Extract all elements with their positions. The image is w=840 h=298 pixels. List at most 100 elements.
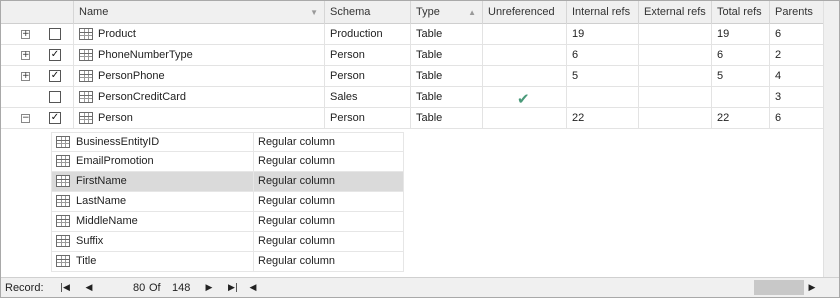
- cell-name[interactable]: Product: [73, 24, 325, 44]
- column-header-internal-refs[interactable]: Internal refs: [567, 1, 639, 24]
- cell-type[interactable]: Table: [411, 24, 483, 44]
- table-row[interactable]: + ✓ PhoneNumberType Person Table 6 6 2: [1, 45, 836, 66]
- detail-row[interactable]: LastName Regular column: [51, 192, 404, 212]
- cell-name[interactable]: Person: [73, 108, 325, 128]
- detail-column-name: LastName: [76, 195, 127, 207]
- cell-internal-refs[interactable]: 5: [567, 66, 639, 86]
- cell-total-refs[interactable]: 6: [712, 45, 770, 65]
- detail-row[interactable]: EmailPromotion Regular column: [51, 152, 404, 172]
- column-header-unreferenced[interactable]: Unreferenced: [483, 1, 567, 24]
- cell-unreferenced[interactable]: [483, 108, 567, 128]
- cell-internal-refs[interactable]: [567, 87, 639, 107]
- cell-type[interactable]: Table: [411, 108, 483, 128]
- column-header-name[interactable]: Name ▼: [74, 1, 325, 24]
- column-header-type[interactable]: Type ▲: [411, 1, 483, 24]
- cell-parents[interactable]: 4: [770, 66, 824, 86]
- row-checkbox[interactable]: [49, 28, 61, 40]
- cell-internal-refs[interactable]: 6: [567, 45, 639, 65]
- expand-row-button[interactable]: +: [21, 72, 30, 81]
- cell-unreferenced[interactable]: ✔: [483, 87, 567, 107]
- detail-row[interactable]: MiddleName Regular column: [51, 212, 404, 232]
- cell-external-refs[interactable]: [639, 24, 712, 44]
- record-total: 148: [172, 282, 191, 294]
- detail-row[interactable]: FirstName Regular column: [51, 172, 404, 192]
- next-record-icon: ▶: [205, 283, 213, 293]
- first-record-button[interactable]: |◀: [58, 281, 72, 295]
- cell-unreferenced[interactable]: [483, 66, 567, 86]
- scroll-left-icon: ◀: [249, 283, 257, 293]
- cell-unreferenced[interactable]: [483, 45, 567, 65]
- sort-indicator-icon: ▼: [310, 8, 318, 17]
- detail-row[interactable]: BusinessEntityID Regular column: [51, 132, 404, 152]
- cell-schema[interactable]: Person: [325, 66, 411, 86]
- column-header-type-label: Type: [416, 6, 440, 18]
- cell-parents[interactable]: 3: [770, 87, 824, 107]
- table-row[interactable]: PersonCreditCard Sales Table 3 ✔: [1, 87, 836, 108]
- cell-total-refs[interactable]: [712, 87, 770, 107]
- table-row[interactable]: + Product Production Table 19 19 6: [1, 24, 836, 45]
- detail-divider: [253, 133, 254, 152]
- column-header-parents[interactable]: Parents: [770, 1, 824, 24]
- column-header-total-refs[interactable]: Total refs: [712, 1, 770, 24]
- cell-external-refs[interactable]: [639, 66, 712, 86]
- prev-record-button[interactable]: ◀: [82, 281, 96, 295]
- detail-divider: [253, 192, 254, 211]
- cell-parents[interactable]: 6: [770, 24, 824, 44]
- cell-unreferenced[interactable]: [483, 24, 567, 44]
- cell-type[interactable]: Table: [411, 66, 483, 86]
- cell-internal-refs[interactable]: 19: [567, 24, 639, 44]
- detail-row[interactable]: Title Regular column: [51, 252, 404, 272]
- column-header-schema[interactable]: Schema: [325, 1, 411, 24]
- column-icon: [56, 175, 70, 187]
- cell-parents[interactable]: 2: [770, 45, 824, 65]
- row-checkbox[interactable]: ✓: [49, 112, 61, 124]
- table-row[interactable]: − ✓ Person Person Table 22 22 6: [1, 108, 836, 129]
- detail-column-kind: Regular column: [258, 155, 336, 167]
- detail-row[interactable]: Suffix Regular column: [51, 232, 404, 252]
- collapse-row-button[interactable]: −: [21, 114, 30, 123]
- horizontal-scroll-thumb[interactable]: [754, 280, 804, 295]
- cell-type[interactable]: Table: [411, 45, 483, 65]
- cell-schema[interactable]: Person: [325, 45, 411, 65]
- row-checkbox[interactable]: ✓: [49, 70, 61, 82]
- cell-external-refs[interactable]: [639, 45, 712, 65]
- cell-name[interactable]: PersonCreditCard: [73, 87, 325, 107]
- cell-external-refs[interactable]: [639, 87, 712, 107]
- cell-schema[interactable]: Person: [325, 108, 411, 128]
- column-header-external-refs[interactable]: External refs: [639, 1, 712, 24]
- cell-total-refs[interactable]: 22: [712, 108, 770, 128]
- detail-column-kind: Regular column: [258, 195, 336, 207]
- last-record-button[interactable]: ▶|: [226, 281, 240, 295]
- cell-name[interactable]: PhoneNumberType: [73, 45, 325, 65]
- row-checkbox[interactable]: ✓: [49, 49, 61, 61]
- object-name: PersonCreditCard: [98, 91, 187, 103]
- cell-name[interactable]: PersonPhone: [73, 66, 325, 86]
- cell-schema[interactable]: Production: [325, 24, 411, 44]
- scroll-right-icon: ▶: [808, 283, 816, 293]
- table-icon: [79, 49, 93, 61]
- object-name: PhoneNumberType: [98, 49, 193, 61]
- record-current[interactable]: 80: [133, 278, 145, 298]
- last-record-icon: ▶|: [228, 283, 238, 293]
- cell-total-refs[interactable]: 19: [712, 24, 770, 44]
- cell-internal-refs[interactable]: 22: [567, 108, 639, 128]
- detail-column-name: MiddleName: [76, 215, 138, 227]
- row-checkbox[interactable]: [49, 91, 61, 103]
- cell-external-refs[interactable]: [639, 108, 712, 128]
- scroll-left-button[interactable]: ◀: [246, 281, 260, 295]
- object-name: Person: [98, 112, 133, 124]
- cell-schema[interactable]: Sales: [325, 87, 411, 107]
- detail-column-name: EmailPromotion: [76, 155, 154, 167]
- expand-row-button[interactable]: +: [21, 30, 30, 39]
- cell-total-refs[interactable]: 5: [712, 66, 770, 86]
- cell-type[interactable]: Table: [411, 87, 483, 107]
- vertical-scrollbar[interactable]: [823, 1, 839, 277]
- expand-row-button[interactable]: +: [21, 51, 30, 60]
- detail-column-kind: Regular column: [258, 136, 336, 148]
- table-row[interactable]: + ✓ PersonPhone Person Table 5 5 4: [1, 66, 836, 87]
- scroll-right-button[interactable]: ▶: [805, 281, 819, 295]
- next-record-button[interactable]: ▶: [202, 281, 216, 295]
- prev-record-icon: ◀: [85, 283, 93, 293]
- detail-column-kind: Regular column: [258, 255, 336, 267]
- cell-parents[interactable]: 6: [770, 108, 824, 128]
